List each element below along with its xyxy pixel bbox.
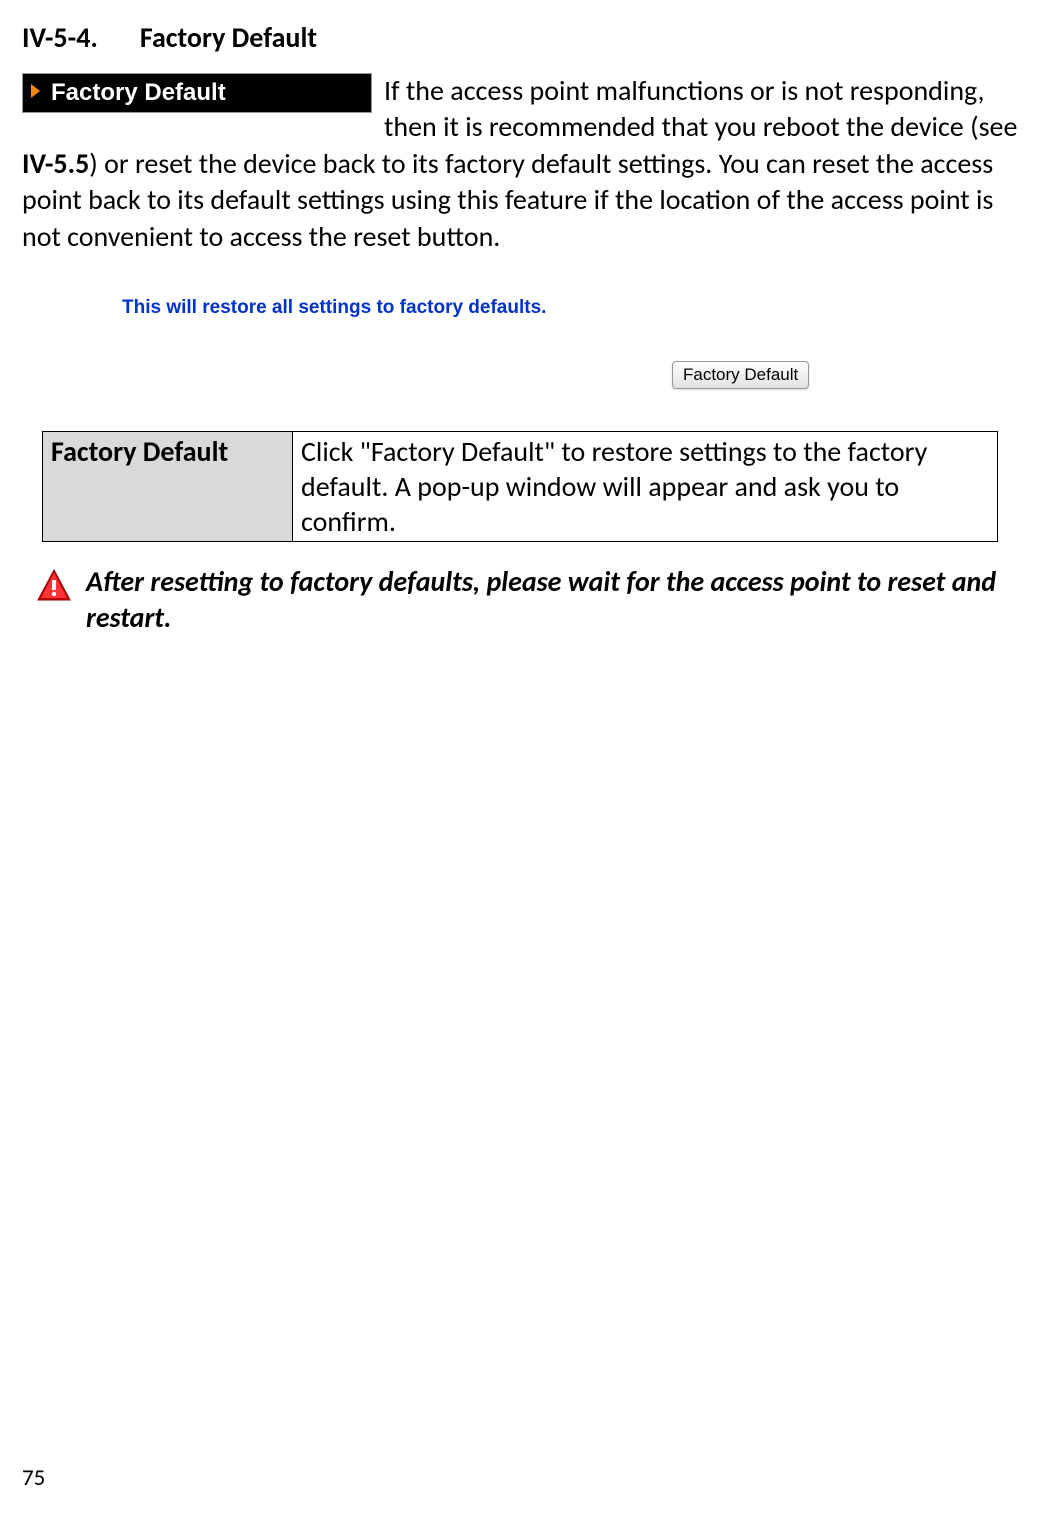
factory-default-button[interactable]: Factory Default (672, 361, 809, 389)
intro-paragraph: Factory Default If the access point malf… (22, 73, 1018, 255)
param-name-cell: Factory Default (43, 431, 293, 541)
ui-preview-area: This will restore all settings to factor… (122, 297, 1018, 389)
paragraph-part2: ) or reset the device back to its factor… (22, 146, 993, 254)
table-row: Factory Default Click "Factory Default" … (43, 431, 998, 541)
paragraph-bold-ref: IV-5.5 (22, 146, 89, 181)
section-title: Factory Default (140, 20, 317, 55)
param-desc-cell: Click "Factory Default" to restore setti… (293, 431, 998, 541)
ui-restore-message: This will restore all settings to factor… (122, 297, 1018, 319)
chevron-right-icon (29, 79, 43, 108)
warning-note: After resetting to factory defaults, ple… (34, 564, 1018, 636)
parameter-table: Factory Default Click "Factory Default" … (42, 431, 998, 542)
page-number: 75 (22, 1464, 45, 1492)
warning-icon (34, 566, 74, 606)
menu-item-box: Factory Default (22, 73, 372, 113)
section-number: IV-5-4. (22, 20, 98, 55)
section-heading: IV-5-4. Factory Default (22, 20, 1018, 55)
menu-item-label: Factory Default (51, 77, 226, 108)
warning-note-text: After resetting to factory defaults, ple… (86, 564, 1018, 636)
paragraph-part1: If the access point malfunctions or is n… (384, 73, 1017, 144)
